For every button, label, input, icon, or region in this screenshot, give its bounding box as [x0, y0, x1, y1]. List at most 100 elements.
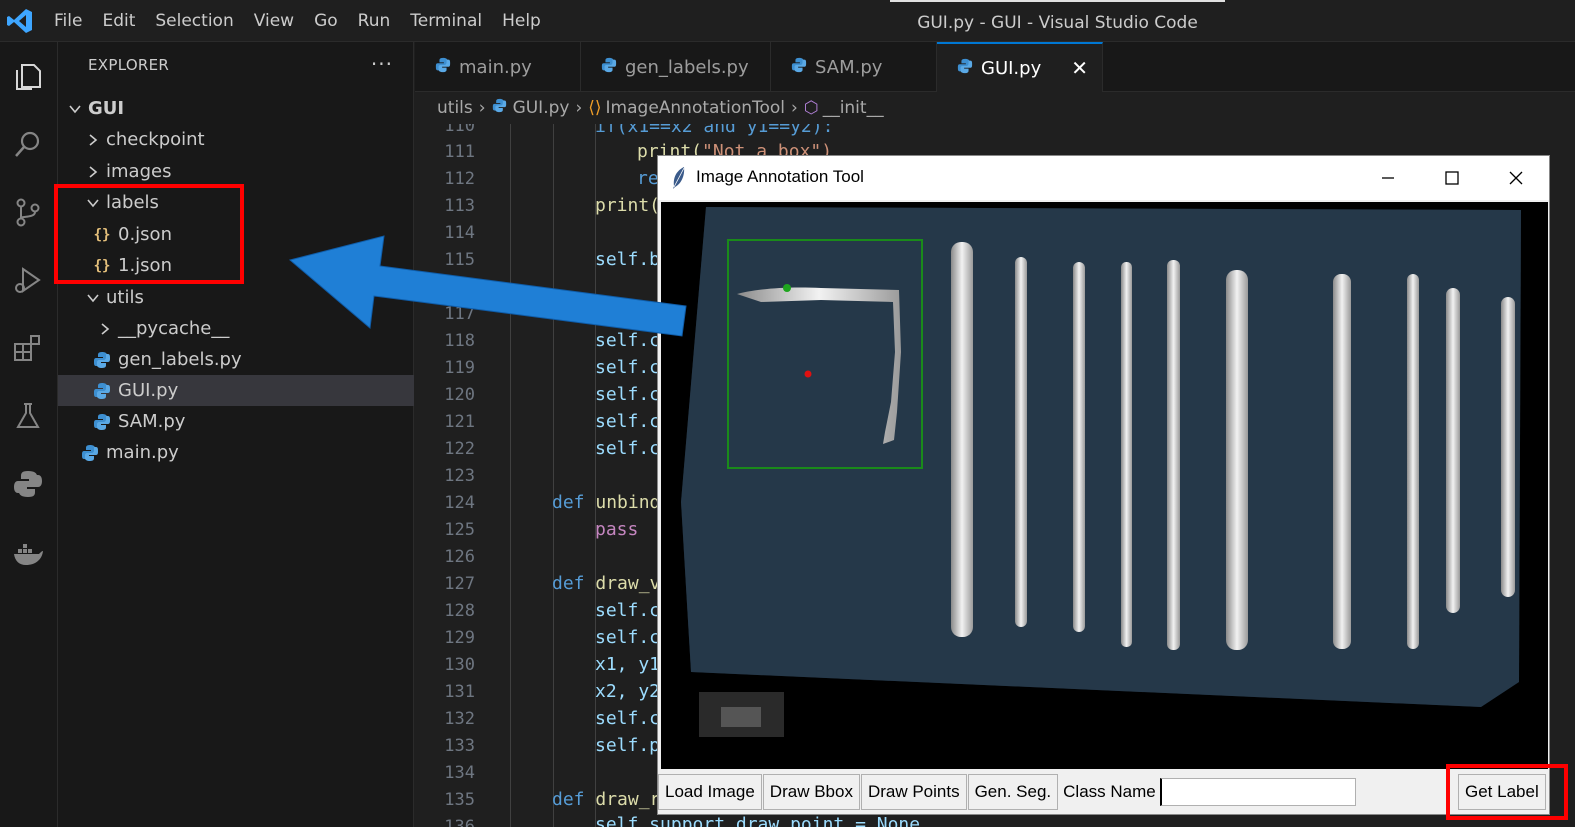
tab-label: SAM.py — [815, 56, 883, 78]
line-number: 121 — [444, 412, 475, 432]
annotation-tool-window: Image Annotation Tool Load Image Draw Bb… — [657, 155, 1550, 815]
breadcrumb-method[interactable]: __init__ — [823, 98, 884, 118]
tool-title: Image Annotation Tool — [696, 167, 864, 186]
labels-highlight-box — [54, 184, 244, 284]
menu-go[interactable]: Go — [304, 0, 348, 42]
line-number: 132 — [444, 709, 475, 729]
vscode-logo-icon[interactable] — [6, 7, 34, 35]
tree-root-gui[interactable]: GUI — [58, 93, 414, 124]
load-image-button[interactable]: Load Image — [658, 774, 762, 810]
python-file-icon — [92, 381, 112, 401]
feather-icon — [673, 167, 685, 189]
menu-selection[interactable]: Selection — [145, 0, 243, 42]
maximize-icon[interactable] — [1438, 164, 1466, 192]
tab-sam-py[interactable]: SAM.py — [771, 42, 937, 92]
code-line: re — [637, 168, 659, 189]
chevron-down-icon — [66, 100, 84, 118]
tool-title-bar: Image Annotation Tool — [658, 156, 1549, 200]
tree-item-label: main.py — [106, 442, 179, 463]
code-line: pass — [595, 519, 639, 540]
code-token: draw_v — [595, 573, 661, 594]
chevron-down-icon — [84, 289, 102, 307]
code-token: draw_r — [595, 789, 661, 810]
line-number: 119 — [444, 358, 475, 378]
code-token: def — [552, 573, 585, 594]
explorer-icon[interactable] — [8, 56, 48, 96]
explorer-sidebar: EXPLORER ··· GUI checkpoint images label… — [58, 42, 414, 827]
line-number: 131 — [444, 682, 475, 702]
title-bar: File Edit Selection View Go Run Terminal… — [0, 0, 1575, 42]
activity-bar — [0, 42, 58, 827]
line-number: 122 — [444, 439, 475, 459]
tree-item-label: gen_labels.py — [118, 349, 242, 370]
line-number: 125 — [444, 520, 475, 540]
menu-file[interactable]: File — [54, 0, 92, 42]
draw-points-button[interactable]: Draw Points — [860, 774, 967, 810]
breadcrumb-utils[interactable]: utils — [437, 98, 473, 118]
tree-item-main-py[interactable]: main.py — [58, 437, 414, 468]
run-debug-icon[interactable] — [8, 260, 48, 300]
class-name-label: Class Name — [1063, 782, 1156, 801]
more-actions-icon[interactable]: ··· — [371, 52, 393, 76]
method-symbol-icon: ⬡ — [803, 98, 819, 118]
tree-item-label: SAM.py — [118, 411, 186, 432]
line-number: 134 — [444, 763, 475, 783]
tree-item-label: images — [106, 161, 172, 182]
draw-bbox-button[interactable]: Draw Bbox — [762, 774, 860, 810]
code-line: if(x1==x2 and y1==y2): — [595, 124, 834, 137]
code-token: def — [552, 789, 585, 810]
search-icon[interactable] — [8, 124, 48, 164]
minimize-icon[interactable] — [1374, 164, 1402, 192]
editor-tabs: main.py gen_labels.py SAM.py GUI.py ✕ — [415, 42, 1575, 92]
tree-item-sam-py[interactable]: SAM.py — [58, 406, 414, 437]
menu-edit[interactable]: Edit — [92, 0, 145, 42]
testing-flask-icon[interactable] — [8, 396, 48, 436]
breadcrumb-file[interactable]: GUI.py — [513, 98, 570, 118]
chevron-right-icon: › — [575, 98, 583, 118]
class-name-input[interactable] — [1159, 778, 1356, 806]
code-line: self.c — [595, 357, 661, 378]
menu-view[interactable]: View — [244, 0, 304, 42]
menu-terminal[interactable]: Terminal — [400, 0, 492, 42]
tree-item-label: checkpoint — [106, 129, 205, 150]
code-line: x2, y2 — [595, 681, 661, 702]
tab-main-py[interactable]: main.py — [415, 42, 581, 92]
gen-seg-button[interactable]: Gen. Seg. — [967, 774, 1059, 810]
tree-item-images[interactable]: images — [58, 156, 414, 187]
line-number: 129 — [444, 628, 475, 648]
menu-run[interactable]: Run — [348, 0, 401, 42]
code-line: self.support_draw_point = None — [595, 814, 921, 827]
tree-item-gen-labels[interactable]: gen_labels.py — [58, 344, 414, 375]
menu-help[interactable]: Help — [492, 0, 551, 42]
get-label-highlight-box — [1446, 764, 1568, 820]
python-file-icon — [492, 98, 507, 118]
breadcrumb-class[interactable]: ImageAnnotationTool — [606, 98, 786, 118]
menu-bar: File Edit Selection View Go Run Terminal… — [54, 0, 551, 42]
python-icon[interactable] — [8, 464, 48, 504]
line-number: 112 — [444, 169, 475, 189]
close-icon[interactable] — [1502, 164, 1530, 192]
python-file-icon — [957, 58, 973, 79]
docker-icon[interactable] — [8, 534, 48, 574]
image-canvas[interactable] — [661, 202, 1548, 769]
chevron-right-icon — [84, 131, 102, 149]
code-line: self.c — [595, 600, 661, 621]
source-control-icon[interactable] — [8, 192, 48, 232]
line-number: 113 — [444, 196, 475, 216]
tab-gen-labels-py[interactable]: gen_labels.py — [581, 42, 771, 92]
class-symbol-icon: ⟨⟩ — [588, 98, 602, 118]
tree-item-checkpoint[interactable]: checkpoint — [58, 124, 414, 155]
tab-gui-py[interactable]: GUI.py ✕ — [937, 42, 1103, 92]
close-icon[interactable]: ✕ — [1071, 56, 1088, 80]
blue-arrow-icon — [288, 235, 687, 337]
line-number: 130 — [444, 655, 475, 675]
line-number: 124 — [444, 493, 475, 513]
window-title: GUI.py - GUI - Visual Studio Code — [890, 0, 1225, 42]
line-number: 127 — [444, 574, 475, 594]
explorer-header: EXPLORER — [88, 56, 170, 74]
tree-item-label: __pycache__ — [118, 318, 230, 339]
tree-item-gui-py[interactable]: GUI.py — [58, 375, 414, 406]
line-number: 126 — [444, 547, 475, 567]
line-number: 133 — [444, 736, 475, 756]
extensions-icon[interactable] — [8, 328, 48, 368]
